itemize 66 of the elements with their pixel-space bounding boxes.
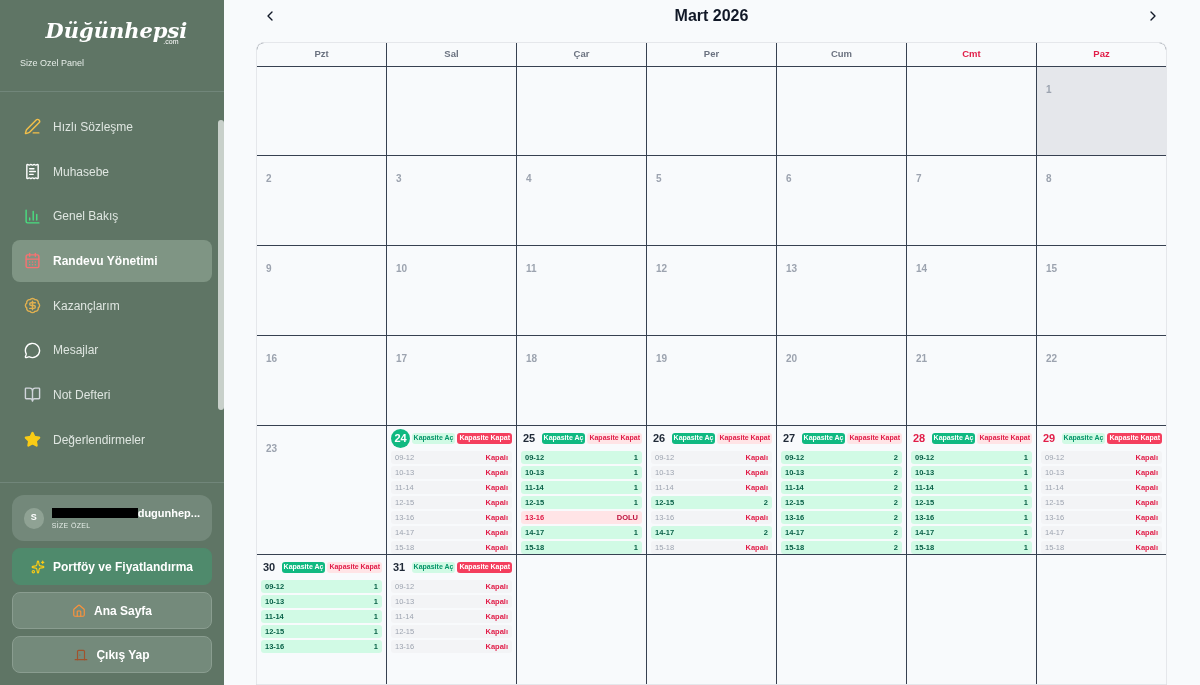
sidebar-item[interactable]: Hızlı Sözleşme — [12, 106, 212, 148]
day-number: 6 — [786, 173, 792, 185]
weekday-label: Paz — [1093, 47, 1110, 62]
sidebar-item[interactable]: Kazançlarım — [12, 284, 212, 327]
day-number: 16 — [266, 352, 278, 364]
day-number: 23 — [266, 442, 278, 454]
weekday-label: Cum — [830, 47, 853, 62]
day-number: 1 — [1046, 83, 1052, 95]
sparkles-icon — [30, 559, 45, 574]
day-number: 21 — [916, 352, 928, 364]
day-number: 30 — [262, 560, 276, 576]
day-number: 20 — [786, 352, 798, 364]
day-number: 28 — [912, 431, 926, 447]
avatar: S — [24, 507, 44, 529]
weekday-label: Çar — [573, 47, 590, 62]
bar-chart-icon — [24, 207, 41, 225]
day-number: 31 — [392, 560, 406, 576]
day-number: 9 — [266, 263, 272, 275]
calendar-icon — [24, 252, 41, 270]
sidebar-button[interactable]: Çıkış Yap — [12, 636, 212, 673]
day-number: 17 — [396, 352, 408, 364]
star-icon — [24, 431, 41, 449]
money-bag-icon — [24, 297, 41, 315]
speech-bubble-icon — [24, 341, 41, 359]
sidebar-item[interactable]: Not Defteri — [12, 374, 212, 416]
notebook-icon — [24, 386, 41, 404]
weekday-label: Sal — [444, 47, 459, 62]
sidebar-button[interactable]: Portföy ve Fiyatlandırma — [12, 548, 212, 585]
door-icon — [74, 647, 89, 662]
sidebar-item[interactable]: Randevu Yönetimi — [12, 240, 212, 282]
day-number: 2 — [266, 173, 272, 185]
day-number: 10 — [396, 263, 408, 275]
day-number: 13 — [786, 263, 798, 275]
pen-icon — [24, 118, 41, 136]
day-number: 7 — [916, 173, 922, 185]
scrollbar[interactable] — [218, 120, 224, 410]
day-number: 4 — [526, 173, 532, 185]
day-number: 27 — [782, 431, 796, 447]
month-title: Mart 2026 — [674, 5, 749, 26]
day-number: 5 — [656, 173, 662, 185]
sidebar-item[interactable]: Muhasebe — [12, 150, 212, 193]
day-number: 11 — [526, 263, 537, 275]
sidebar-button[interactable]: Ana Sayfa — [12, 592, 212, 629]
logo: Düğünhepsi — [45, 20, 188, 41]
day-number: 12 — [656, 263, 668, 275]
user-name: dugunhep... — [137, 505, 200, 521]
day-number: 14 — [916, 263, 928, 275]
day-number: 18 — [526, 352, 538, 364]
weekday-label: Per — [703, 47, 720, 62]
day-number: 22 — [1046, 352, 1058, 364]
day-number: 8 — [1046, 173, 1052, 185]
panel-subtitle: Size Ozel Panel — [20, 57, 86, 70]
day-number: 29 — [1042, 431, 1056, 447]
day-number: 26 — [652, 431, 666, 447]
day-number: 3 — [396, 173, 402, 185]
weekday-label: Cmt — [962, 47, 981, 62]
sidebar-item[interactable]: Değerlendirmeler — [12, 418, 212, 461]
sidebar-item[interactable]: Mesajlar — [12, 329, 212, 372]
weekday-label: Pzt — [314, 47, 329, 62]
day-number: 24 — [391, 429, 410, 449]
sidebar-item[interactable]: Genel Bakış — [12, 195, 212, 238]
receipt-icon — [24, 163, 41, 181]
day-number: 15 — [1046, 263, 1058, 275]
house-icon — [72, 603, 86, 618]
day-number: 25 — [522, 431, 536, 447]
day-number: 19 — [656, 352, 668, 364]
